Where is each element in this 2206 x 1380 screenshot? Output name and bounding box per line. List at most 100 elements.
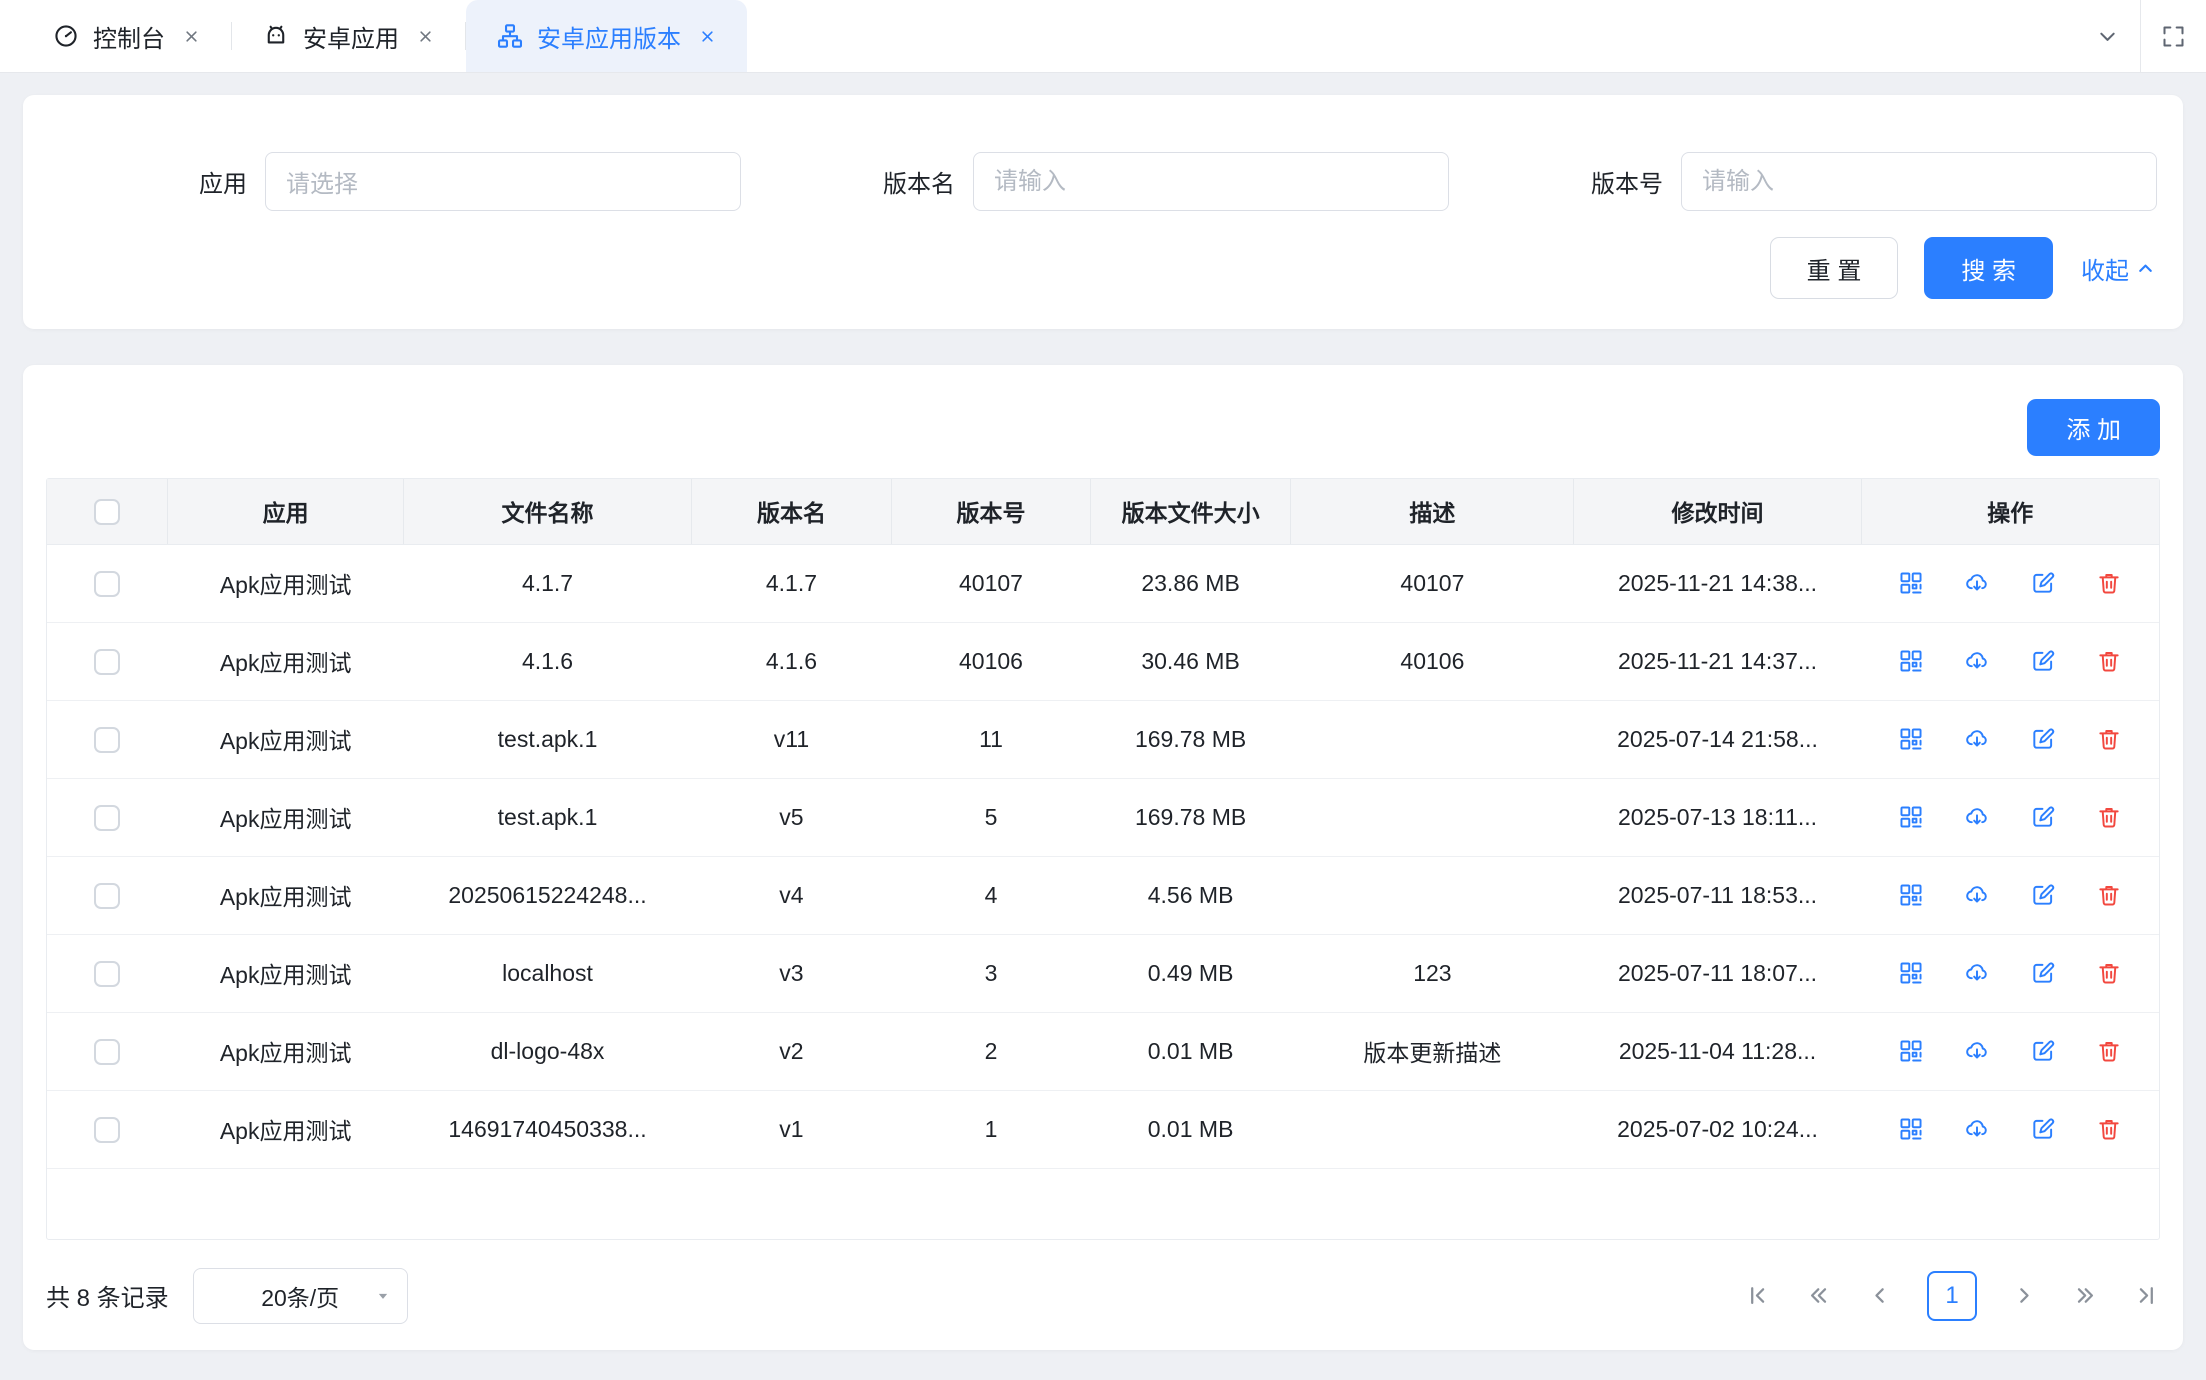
cell-actions (1861, 544, 2159, 622)
qrcode-icon[interactable] (1898, 570, 1924, 596)
edit-icon[interactable] (2030, 804, 2056, 830)
cell-file-size: 169.78 MB (1090, 778, 1291, 856)
row-checkbox[interactable] (94, 883, 120, 909)
page-size-select[interactable]: 20条/页 (193, 1268, 408, 1324)
next-group-button[interactable] (2072, 1282, 2099, 1309)
tab-label: 安卓应用 (303, 19, 399, 54)
app-select-label: 应用 (163, 164, 247, 199)
row-select-cell (47, 934, 167, 1012)
qrcode-icon[interactable] (1898, 804, 1924, 830)
row-checkbox[interactable] (94, 961, 120, 987)
reset-button[interactable]: 重 置 (1770, 237, 1899, 299)
last-page-button[interactable] (2133, 1282, 2160, 1309)
row-checkbox[interactable] (94, 1039, 120, 1065)
fullscreen-icon[interactable] (2140, 0, 2206, 72)
delete-icon[interactable] (2096, 960, 2122, 986)
delete-icon[interactable] (2096, 726, 2122, 752)
add-button[interactable]: 添 加 (2027, 399, 2160, 456)
cell-app: Apk应用测试 (167, 778, 404, 856)
tab-close-icon[interactable] (182, 27, 201, 46)
row-checkbox[interactable] (94, 805, 120, 831)
row-checkbox[interactable] (94, 727, 120, 753)
cloud-download-icon[interactable] (1964, 804, 1990, 830)
dashboard-icon (52, 22, 80, 50)
cell-file-size: 0.01 MB (1090, 1090, 1291, 1168)
qrcode-icon[interactable] (1898, 1116, 1924, 1142)
tab-close-icon[interactable] (416, 27, 435, 46)
table-header-row: 应用文件名称版本名版本号版本文件大小描述修改时间操作 (47, 479, 2159, 544)
select-all-checkbox[interactable] (94, 499, 120, 525)
next-page-button[interactable] (2011, 1282, 2038, 1309)
filter-fields: 应用请选择版本名版本号 (163, 152, 2157, 211)
search-button[interactable]: 搜 索 (1924, 237, 2053, 299)
delete-icon[interactable] (2096, 570, 2122, 596)
cloud-download-icon[interactable] (1964, 1038, 1990, 1064)
qrcode-icon[interactable] (1898, 1038, 1924, 1064)
cell-actions (1861, 856, 2159, 934)
cell-app: Apk应用测试 (167, 856, 404, 934)
data-table: 应用文件名称版本名版本号版本文件大小描述修改时间操作 Apk应用测试4.1.74… (46, 478, 2160, 1240)
cell-description (1291, 778, 1574, 856)
cloud-download-icon[interactable] (1964, 960, 1990, 986)
cloud-download-icon[interactable] (1964, 726, 1990, 752)
edit-icon[interactable] (2030, 960, 2056, 986)
cloud-download-icon[interactable] (1964, 648, 1990, 674)
cell-description (1291, 856, 1574, 934)
edit-icon[interactable] (2030, 570, 2056, 596)
version-code-input-label: 版本号 (1579, 164, 1663, 199)
tab-bar: 控制台 安卓应用 安卓应用版本 (0, 0, 2206, 73)
delete-icon[interactable] (2096, 1038, 2122, 1064)
row-checkbox[interactable] (94, 1117, 120, 1143)
edit-icon[interactable] (2030, 726, 2056, 752)
first-page-button[interactable] (1744, 1282, 1771, 1309)
qrcode-icon[interactable] (1898, 960, 1924, 986)
tabbar-tools (2074, 0, 2206, 72)
cloud-download-icon[interactable] (1964, 1116, 1990, 1142)
cell-modified-time: 2025-11-21 14:37... (1574, 622, 1861, 700)
edit-icon[interactable] (2030, 1038, 2056, 1064)
row-checkbox[interactable] (94, 571, 120, 597)
cell-file-name: localhost (404, 934, 691, 1012)
qrcode-icon[interactable] (1898, 726, 1924, 752)
cloud-download-icon[interactable] (1964, 570, 1990, 596)
column-header: 版本文件大小 (1090, 479, 1291, 544)
edit-icon[interactable] (2030, 882, 2056, 908)
cell-version-name: v5 (691, 778, 892, 856)
tab-3[interactable]: 安卓应用版本 (466, 0, 747, 72)
tab-1[interactable]: 控制台 (22, 0, 231, 72)
page-number-current[interactable]: 1 (1927, 1271, 1977, 1321)
prev-group-button[interactable] (1805, 1282, 1832, 1309)
prev-page-button[interactable] (1866, 1282, 1893, 1309)
row-checkbox[interactable] (94, 649, 120, 675)
delete-icon[interactable] (2096, 1116, 2122, 1142)
app-select[interactable]: 请选择 (265, 152, 741, 211)
collapse-label: 收起 (2081, 251, 2129, 286)
page-size-label: 20条/页 (261, 1279, 339, 1313)
qrcode-icon[interactable] (1898, 882, 1924, 908)
cell-file-size: 4.56 MB (1090, 856, 1291, 934)
delete-icon[interactable] (2096, 882, 2122, 908)
cell-description: 版本更新描述 (1291, 1012, 1574, 1090)
tab-label: 控制台 (93, 19, 165, 54)
row-select-cell (47, 1090, 167, 1168)
cell-file-name: 4.1.7 (404, 544, 691, 622)
version-name-input[interactable] (973, 152, 1449, 211)
tab-actions-chevron-down-icon[interactable] (2074, 0, 2140, 72)
tab-close-icon[interactable] (698, 27, 717, 46)
version-code-input[interactable] (1681, 152, 2157, 211)
tab-2[interactable]: 安卓应用 (232, 0, 465, 72)
collapse-toggle[interactable]: 收起 (2081, 251, 2157, 286)
tab-list: 控制台 安卓应用 安卓应用版本 (0, 0, 747, 72)
cell-file-name: 4.1.6 (404, 622, 691, 700)
delete-icon[interactable] (2096, 804, 2122, 830)
edit-icon[interactable] (2030, 1116, 2056, 1142)
filter-panel: 应用请选择版本名版本号 重 置 搜 索 收起 (23, 95, 2183, 329)
cell-version-name: v11 (691, 700, 892, 778)
table-row: Apk应用测试4.1.64.1.64010630.46 MB401062025-… (47, 622, 2159, 700)
edit-icon[interactable] (2030, 648, 2056, 674)
cloud-download-icon[interactable] (1964, 882, 1990, 908)
cell-modified-time: 2025-07-11 18:53... (1574, 856, 1861, 934)
table-toolbar: 添 加 (46, 399, 2160, 456)
qrcode-icon[interactable] (1898, 648, 1924, 674)
delete-icon[interactable] (2096, 648, 2122, 674)
